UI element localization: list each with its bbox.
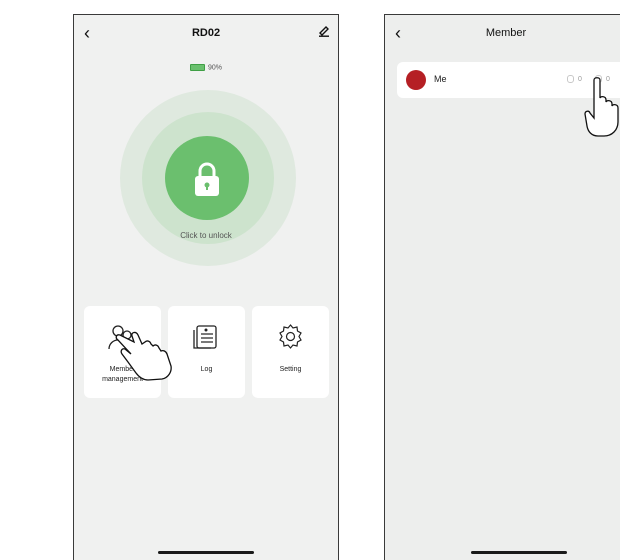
page-title: Member [485,27,527,39]
header: ‹ RD02 [74,15,338,55]
fingerprint-count: 0 [567,75,582,83]
header: ‹ Member [385,15,620,55]
home-indicator [158,551,254,554]
padlock-icon [195,162,219,196]
battery-icon [189,64,205,71]
hand-pointer-icon [115,331,172,381]
log-card[interactable]: Log [168,306,245,398]
hand-pointer-icon [584,77,619,137]
battery-status: 90% [74,64,338,71]
member-name: Me [434,74,447,84]
unlock-label: Click to unlock [180,231,232,240]
setting-card[interactable]: Setting [252,306,329,398]
log-icon [193,325,217,349]
pen-icon[interactable] [318,25,330,37]
avatar [406,70,426,90]
fingerprint-icon [567,75,574,83]
card-label: Setting [279,366,302,373]
gear-icon [279,324,302,349]
card-label: Log [200,366,213,373]
battery-level: 90% [207,64,222,72]
home-indicator [471,551,567,554]
device-screen: ‹ RD02 90% Click to unlock Member manage… [73,14,339,560]
page-title: RD02 [191,27,221,39]
